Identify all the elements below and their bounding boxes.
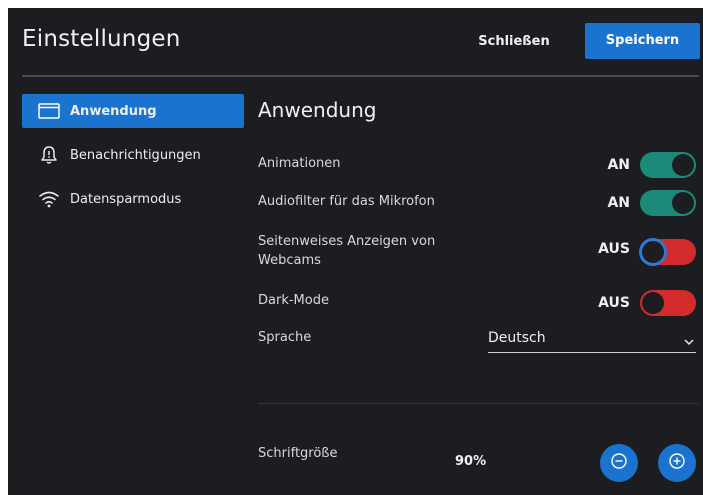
setting-row-darkmode: Dark-Mode AUS [258, 290, 698, 320]
setting-state: AUS [598, 295, 630, 311]
audiofilter-toggle[interactable] [640, 190, 696, 216]
sidebar-item-label: Anwendung [70, 103, 157, 119]
settings-window: Einstellungen Schließen Speichern Anwend… [8, 8, 703, 495]
language-value: Deutsch [488, 330, 546, 346]
chevron-down-icon [684, 331, 694, 350]
font-size-row: Schriftgröße 90% [258, 444, 698, 484]
setting-row-animationen: Animationen AN [258, 152, 698, 182]
sidebar-item-label: Datensparmodus [70, 191, 182, 207]
sidebar-item-benachrichtigungen[interactable]: Benachrichtigungen [22, 138, 244, 172]
setting-row-sprache: Sprache Deutsch [258, 326, 698, 360]
section-title: Anwendung [258, 98, 377, 122]
sidebar-item-anwendung[interactable]: Anwendung [22, 94, 244, 128]
setting-row-audiofilter: Audiofilter für das Mikrofon AN [258, 190, 698, 220]
setting-state: AN [607, 195, 630, 211]
animationen-toggle[interactable] [640, 152, 696, 178]
toggle-knob [639, 238, 667, 266]
setting-label: Dark-Mode [258, 293, 329, 308]
sidebar-item-datensparmodus[interactable]: Datensparmodus [22, 182, 244, 216]
font-size-value: 90% [455, 454, 487, 469]
sidebar: Anwendung Benachrichtigungen Datensparmo… [22, 94, 244, 226]
language-select[interactable]: Deutsch [488, 326, 696, 353]
webcams-toggle[interactable] [639, 238, 696, 266]
page-title: Einstellungen [22, 26, 181, 52]
setting-label: Sprache [258, 330, 312, 345]
font-size-label: Schriftgröße [258, 446, 338, 461]
setting-state: AUS [598, 241, 630, 257]
window-icon [38, 101, 60, 121]
plus-circle-icon [668, 452, 686, 474]
toggle-knob [672, 192, 694, 214]
bell-icon [38, 145, 60, 165]
setting-state: AN [607, 157, 630, 173]
setting-label: Animationen [258, 156, 341, 171]
save-button[interactable]: Speichern [585, 23, 700, 59]
sidebar-item-label: Benachrichtigungen [70, 147, 201, 163]
header: Einstellungen Schließen Speichern [8, 8, 703, 77]
close-button[interactable]: Schließen [474, 29, 554, 55]
header-divider [22, 75, 699, 77]
setting-label: Seitenweises Anzeigen von Webcams [258, 234, 436, 268]
minus-circle-icon [610, 452, 628, 474]
setting-row-webcams: Seitenweises Anzeigen von Webcams AUS [258, 232, 698, 276]
decrease-font-button[interactable] [600, 444, 638, 482]
increase-font-button[interactable] [658, 444, 696, 482]
wifi-icon [38, 189, 60, 209]
content-divider [258, 403, 699, 404]
toggle-knob [672, 154, 694, 176]
toggle-knob [642, 292, 664, 314]
setting-label: Audiofilter für das Mikrofon [258, 194, 435, 209]
darkmode-toggle[interactable] [640, 290, 696, 316]
